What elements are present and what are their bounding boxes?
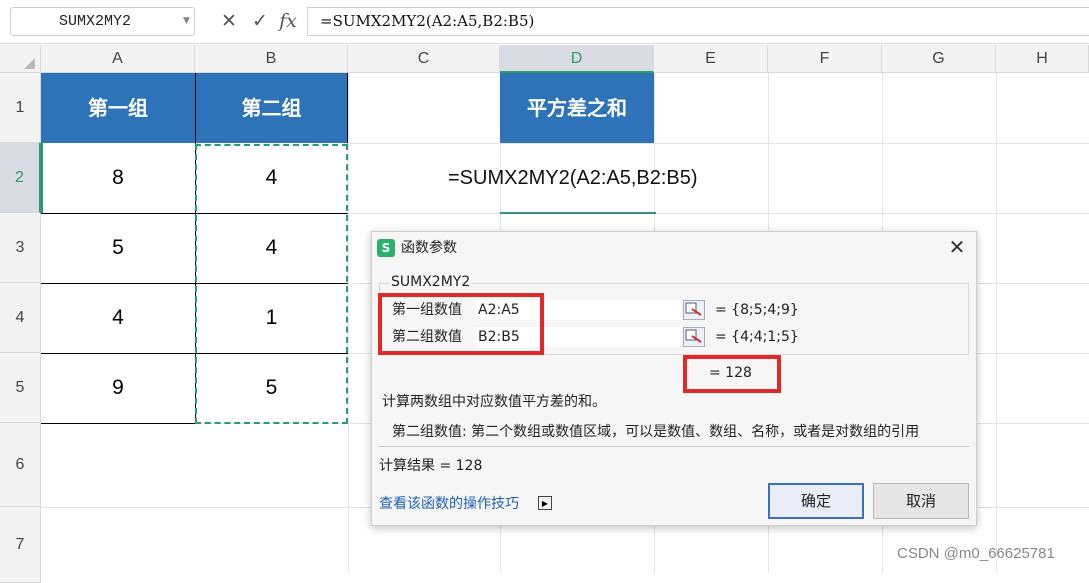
table-border — [41, 283, 195, 284]
header-cell-group2[interactable]: 第二组 — [195, 73, 348, 143]
row-header-7[interactable]: 7 — [0, 507, 41, 583]
function-icon[interactable]: fx — [275, 8, 301, 34]
column-header-c[interactable]: C — [348, 45, 500, 73]
table-border — [347, 73, 348, 143]
cell-a5[interactable]: 9 — [41, 353, 195, 423]
cell-a2[interactable]: 8 — [41, 143, 195, 213]
close-icon[interactable]: ✕ — [944, 234, 970, 260]
column-header-g[interactable]: G — [882, 45, 996, 73]
range-selection-b — [195, 144, 348, 424]
arg1-result: = {8;5;4;9} — [715, 302, 799, 318]
row-header-2[interactable]: 2 — [0, 143, 41, 213]
grid-line — [348, 73, 349, 573]
table-border — [41, 213, 195, 214]
watermark: CSDN @m0_66625781 — [897, 545, 1055, 562]
name-box[interactable]: SUMX2MY2 — [10, 7, 195, 36]
confirm-icon[interactable]: ✓ — [247, 8, 273, 34]
cell-a3[interactable]: 5 — [41, 213, 195, 283]
function-description: 计算两数组中对应数值平方差的和。 — [382, 394, 606, 410]
range-select-icon[interactable] — [683, 327, 705, 347]
formula-result: = 128 — [709, 365, 752, 381]
calc-result: 计算结果 = 128 — [379, 458, 483, 474]
cancel-button[interactable]: 取消 — [873, 483, 969, 519]
video-icon[interactable]: ▶ — [538, 496, 552, 510]
divider — [379, 446, 969, 447]
column-header-h[interactable]: H — [996, 45, 1089, 73]
table-border — [41, 423, 195, 424]
column-header-e[interactable]: E — [654, 45, 768, 73]
range-select-icon[interactable] — [683, 300, 705, 320]
chevron-down-icon[interactable]: ▼ — [183, 11, 193, 31]
column-header-b[interactable]: B — [195, 45, 348, 73]
argument-help: 第二组数值: 第二个数组或数值区域，可以是数值、数组、名称，或者是对数组的引用 — [392, 424, 920, 440]
dialog-title: 函数参数 — [401, 240, 457, 256]
header-cell-group1[interactable]: 第一组 — [41, 73, 195, 143]
grid-line — [996, 73, 997, 573]
column-header-a[interactable]: A — [41, 45, 195, 73]
row-header-5[interactable]: 5 — [0, 353, 41, 423]
cell-d2-editing[interactable]: =SUMX2MY2(A2:A5,B2:B5) — [448, 163, 698, 193]
row-header-6[interactable]: 6 — [0, 423, 41, 507]
ok-button[interactable]: 确定 — [768, 483, 864, 519]
column-header-f[interactable]: F — [768, 45, 882, 73]
app-logo-icon: S — [377, 239, 395, 257]
row-header-1[interactable]: 1 — [0, 73, 41, 143]
table-border — [41, 353, 195, 354]
active-cell-border — [500, 212, 656, 214]
cancel-icon[interactable]: ✕ — [216, 8, 242, 34]
function-arguments-dialog: S 函数参数 ✕ SUMX2MY2 第一组数值 A2:A5 = {8;5;4;9… — [371, 231, 977, 526]
cell-a4[interactable]: 4 — [41, 283, 195, 353]
select-all-icon — [24, 58, 35, 69]
row-header-3[interactable]: 3 — [0, 213, 41, 283]
column-header-d[interactable]: D — [500, 45, 654, 73]
function-name-label: SUMX2MY2 — [389, 272, 473, 292]
highlight-box-args — [378, 293, 544, 355]
help-link[interactable]: 查看该函数的操作技巧 — [379, 494, 519, 514]
active-cell-indicator — [40, 143, 43, 213]
row-header-4[interactable]: 4 — [0, 283, 41, 353]
cell-d1[interactable]: 平方差之和 — [500, 73, 654, 143]
arg2-result: = {4;4;1;5} — [715, 329, 799, 345]
formula-input[interactable]: =SUMX2MY2(A2:A5,B2:B5) — [307, 7, 1089, 36]
